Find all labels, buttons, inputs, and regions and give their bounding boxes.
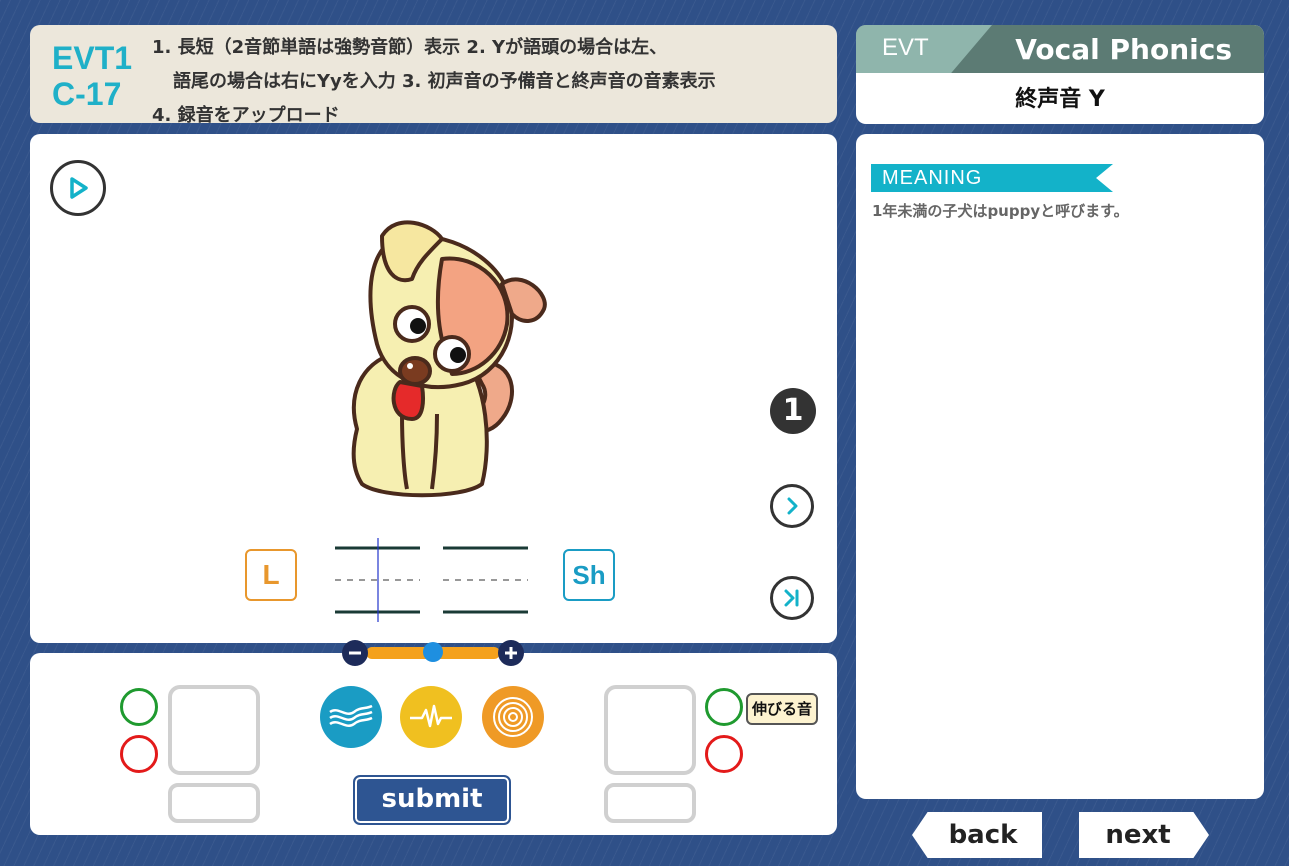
skip-to-end-icon [784, 589, 799, 607]
app-title: Vocal Phonics [1015, 33, 1232, 66]
instruction-panel: EVT1 C-17 1. 長短（2音節単語は強勢音節）表示 2. Yが語頭の場合… [30, 25, 837, 126]
lesson-code-line1: EVT1 [52, 40, 133, 76]
next-item-button[interactable] [770, 484, 814, 528]
page-number-badge: 1 [770, 388, 816, 434]
pulse-sound-button[interactable] [400, 686, 462, 748]
long-sound-button[interactable]: 伸びる音 [746, 693, 818, 725]
right-answer-box[interactable] [604, 685, 696, 775]
speed-slider-thumb[interactable] [423, 642, 443, 662]
play-icon [70, 177, 88, 199]
instruction-line-2: 語尾の場合は右にYyを入力 3. 初声音の予備音と終声音の音素表示 [173, 71, 716, 92]
meaning-text: 1年未満の子犬はpuppyと呼びます。 [872, 202, 1129, 220]
meaning-panel: MEANING 1年未満の子犬はpuppyと呼びます。 [856, 134, 1264, 799]
pulse-icon [410, 704, 452, 728]
evt-tab-label: EVT [882, 34, 929, 61]
plus-icon [505, 647, 517, 659]
meaning-tag: MEANING [871, 164, 1113, 192]
unit-title: 終声音 Y [1015, 87, 1105, 112]
main-panel: 1 L Sh [30, 134, 837, 643]
writing-lines[interactable] [330, 536, 535, 626]
instruction-line-1: 1. 長短（2音節単語は強勢音節）表示 2. Yが語頭の場合は左、 [152, 37, 668, 58]
lesson-code-line2: C-17 [52, 76, 122, 112]
next-button[interactable]: next [1079, 812, 1209, 858]
answer-panel: submit 伸びる音 [30, 653, 837, 835]
slider-decrease-button[interactable] [342, 640, 368, 666]
right-letter-box[interactable]: Sh [563, 549, 615, 601]
back-button[interactable]: back [912, 812, 1042, 858]
right-correct-indicator[interactable] [705, 688, 743, 726]
left-answer-box[interactable] [168, 685, 260, 775]
lesson-code: EVT1 C-17 [52, 40, 162, 112]
instruction-line-3: 4. 録音をアップロード [152, 105, 340, 126]
wave-icon [329, 704, 373, 727]
minus-icon [349, 651, 361, 655]
right-answer-slot[interactable] [604, 783, 696, 823]
title-panel: EVT Vocal Phonics 終声音 Y [856, 25, 1264, 124]
right-wrong-indicator[interactable] [705, 735, 743, 773]
left-answer-slot[interactable] [168, 783, 260, 823]
left-correct-indicator[interactable] [120, 688, 158, 726]
submit-button[interactable]: submit [353, 775, 511, 825]
slider-increase-button[interactable] [498, 640, 524, 666]
chevron-right-icon [787, 497, 798, 515]
left-wrong-indicator[interactable] [120, 735, 158, 773]
play-button[interactable] [50, 160, 106, 216]
left-letter-box[interactable]: L [245, 549, 297, 601]
wave-sound-button[interactable] [320, 686, 382, 748]
puppy-illustration [351, 220, 547, 498]
ripple-sound-button[interactable] [482, 686, 544, 748]
ripple-icon [493, 697, 533, 737]
last-item-button[interactable] [770, 576, 814, 620]
